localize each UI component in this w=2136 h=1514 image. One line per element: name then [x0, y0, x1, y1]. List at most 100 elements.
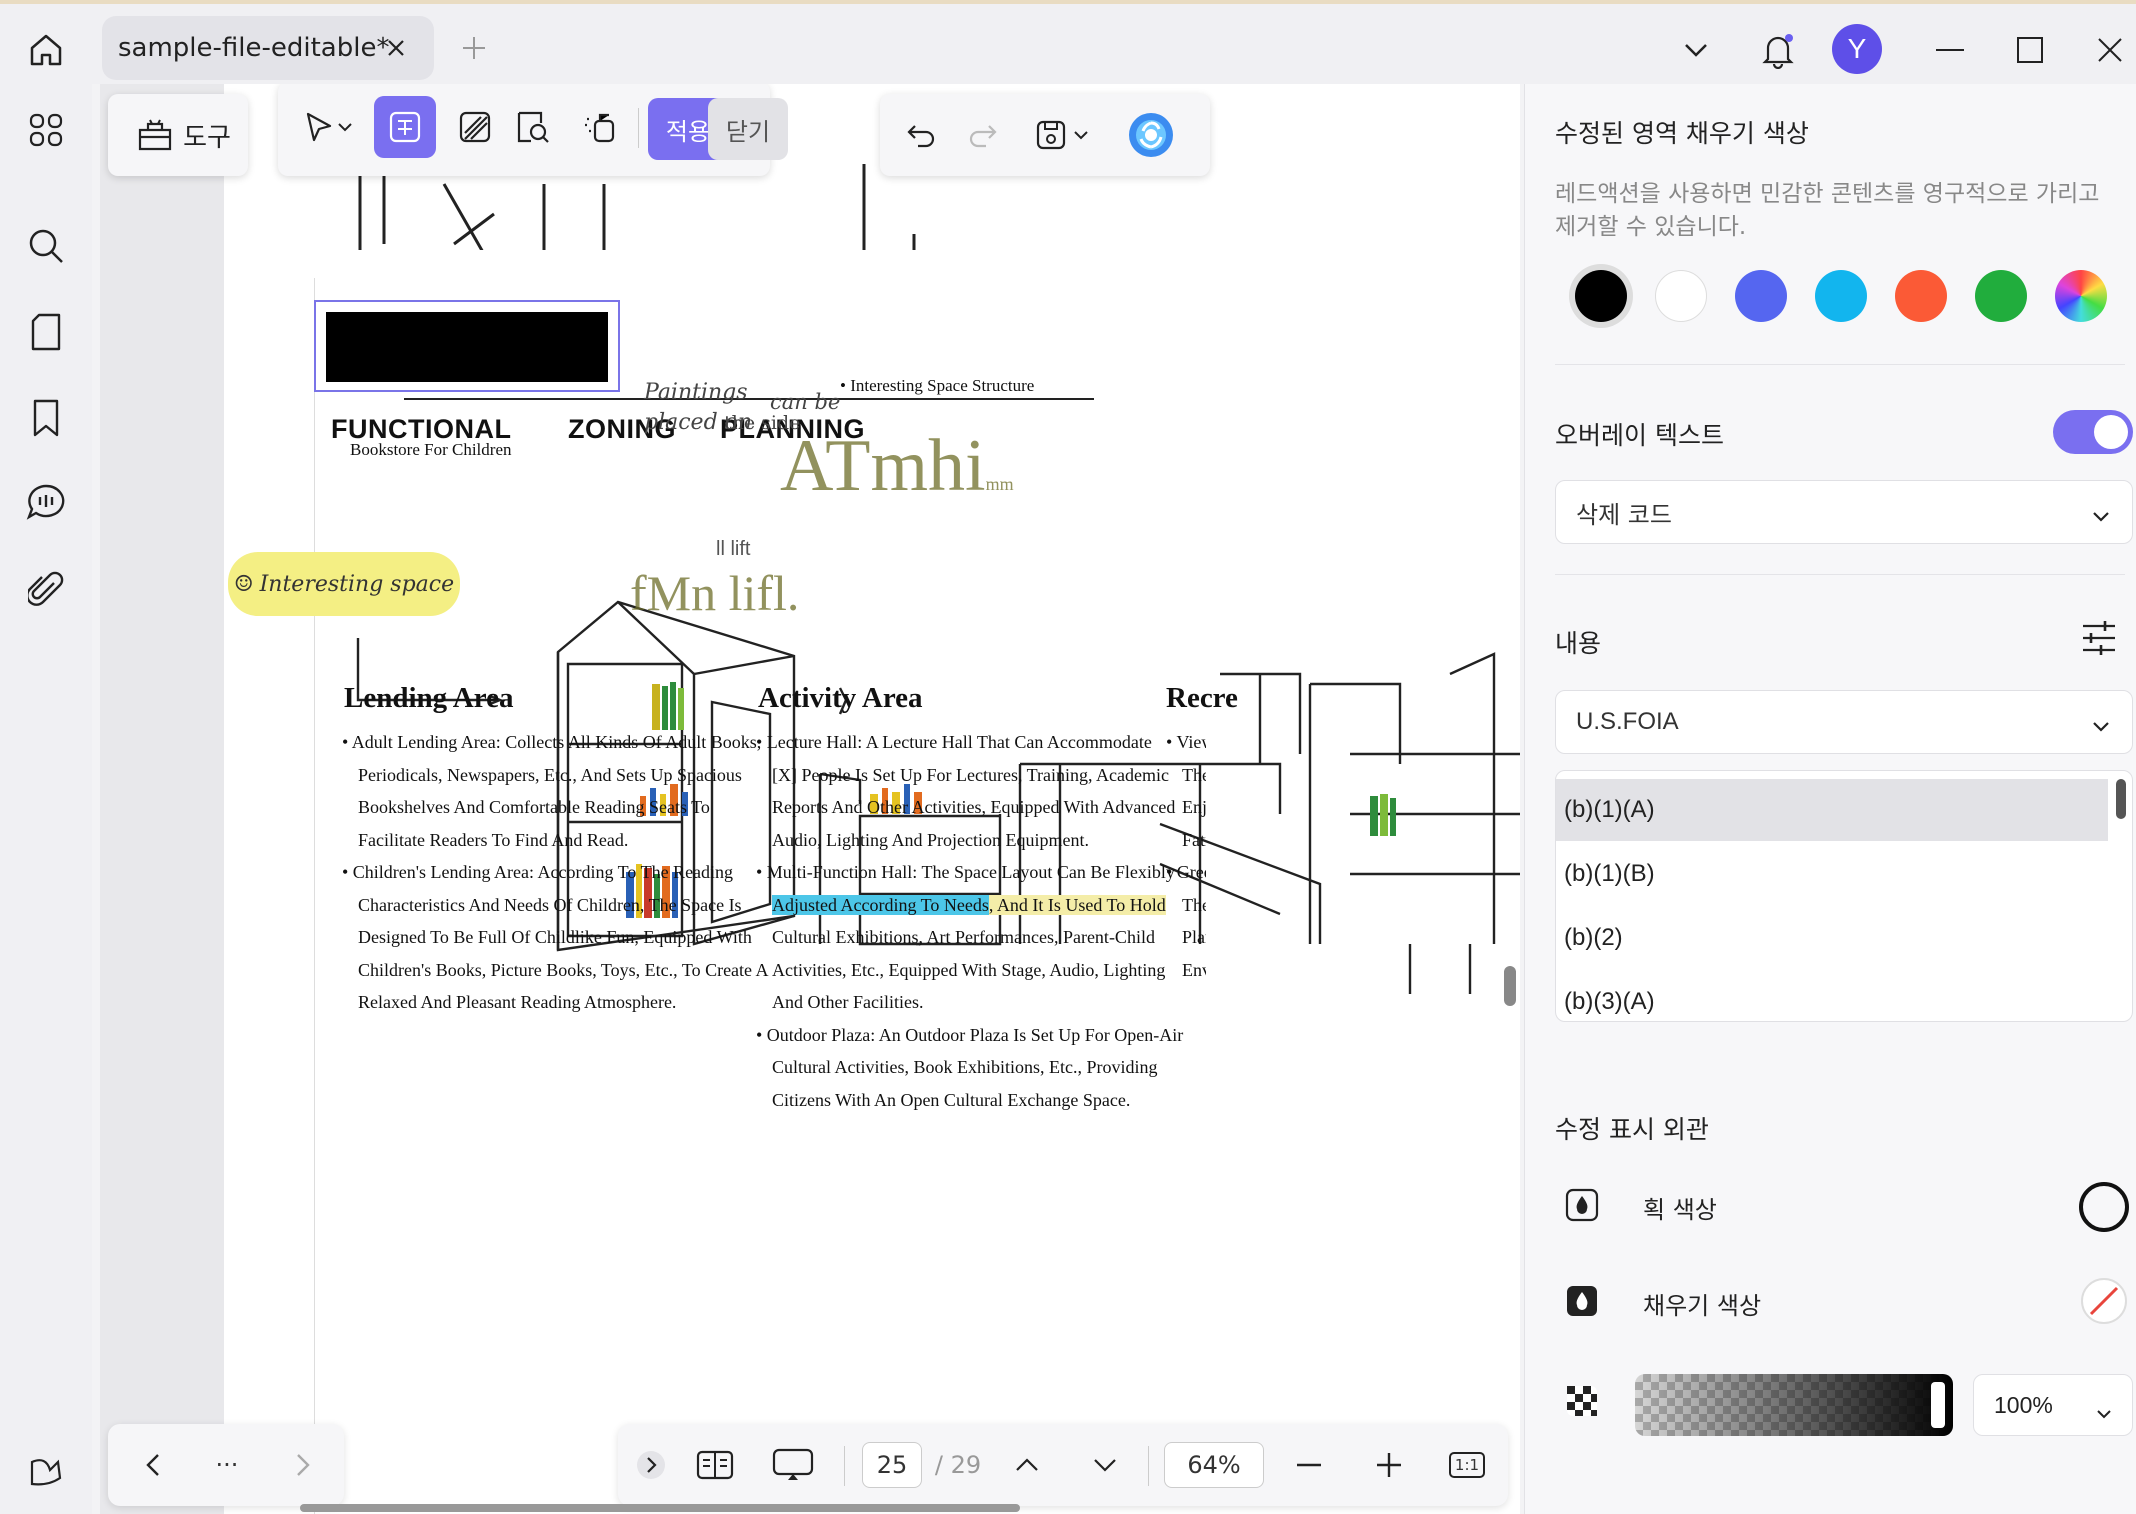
tab-title: sample-file-editable* [118, 33, 390, 63]
presentation-icon[interactable] [768, 1442, 818, 1488]
text-line: • Children's Lending Area: According To … [342, 862, 734, 882]
overlay-code-select[interactable]: 삭제 코드 [1555, 480, 2133, 544]
chevron-down-icon[interactable] [330, 96, 360, 158]
color-swatch-cyan[interactable] [1815, 270, 1867, 322]
forward-icon[interactable] [280, 1442, 326, 1488]
more-button[interactable]: ··· [204, 1442, 250, 1488]
watermark-text-1: ATmhimm [780, 424, 1014, 509]
user-avatar[interactable]: Y [1832, 24, 1882, 74]
notification-bell-icon[interactable] [1750, 22, 1806, 78]
mark-text-redaction-icon[interactable] [374, 96, 436, 158]
new-tab-icon[interactable] [454, 28, 494, 68]
no-fill-swatch[interactable] [2079, 1276, 2129, 1330]
fill-color-description: 레드액션을 사용하면 민감한 콘텐츠를 영구적으로 가리고 제거할 수 있습니다… [1555, 181, 2100, 240]
thumbnails-icon[interactable] [20, 104, 72, 156]
filter-settings-icon[interactable] [2081, 618, 2117, 662]
close-button[interactable]: 닫기 [708, 98, 788, 160]
text-line: • Viewi [1166, 732, 1206, 752]
home-icon[interactable] [18, 22, 74, 78]
app-window: sample-file-editable* Y 도구 적용 닫기 FUNCTIO… [0, 0, 2136, 1514]
edit-toolbar [880, 94, 1210, 176]
expand-icon[interactable] [634, 1442, 668, 1488]
zoom-level[interactable]: 64% [1164, 1442, 1264, 1488]
opacity-slider[interactable] [1635, 1374, 1953, 1436]
undo-icon[interactable] [890, 104, 952, 166]
text-line: Fatigu [1182, 829, 1206, 850]
theme-icon[interactable] [20, 1444, 72, 1496]
content-standard-value: U.S.FOIA [1576, 708, 1679, 735]
chevron-down-icon [2096, 1399, 2112, 1425]
text-line: Children's Books, Picture Books, Toys, E… [358, 959, 769, 980]
zoom-out-icon[interactable] [1286, 1442, 1332, 1488]
code-item[interactable]: (b)(1)(B) [1556, 843, 2108, 905]
search-icon[interactable] [20, 220, 72, 272]
sanitize-icon[interactable] [568, 96, 630, 158]
text-line: • Lecture Hall: A Lecture Hall That Can … [756, 732, 1152, 752]
tools-menu: 도구 [108, 94, 248, 176]
stroke-color-label: 획 색상 [1643, 1195, 1717, 1224]
chevron-down-icon[interactable] [1668, 22, 1724, 78]
attachment-icon[interactable] [20, 564, 72, 616]
highlight-yellow[interactable]: , And It Is Used To Hold [988, 894, 1166, 915]
back-icon[interactable] [130, 1442, 176, 1488]
overlay-text-toggle[interactable] [2053, 410, 2133, 454]
code-item[interactable]: (b)(2) [1556, 907, 2108, 969]
comment-icon[interactable] [20, 476, 72, 528]
annotation-bookstore: Bookstore For Children [350, 440, 512, 459]
page-icon[interactable] [20, 306, 72, 358]
area-redaction-icon[interactable] [444, 96, 506, 158]
content-standard-select[interactable]: U.S.FOIA [1555, 690, 2133, 754]
chevron-down-icon[interactable] [1066, 104, 1096, 166]
document-tab[interactable]: sample-file-editable* [102, 16, 434, 80]
close-tab-icon[interactable] [380, 32, 412, 64]
color-swatch-green[interactable] [1975, 270, 2027, 322]
toolbox-icon [138, 119, 172, 151]
tools-button[interactable]: 도구 [114, 104, 254, 166]
redaction-mark[interactable] [326, 312, 608, 382]
actual-size-button[interactable]: 1:1 [1444, 1442, 1490, 1488]
ai-assistant-icon[interactable] [1120, 104, 1182, 166]
redo-icon[interactable] [952, 104, 1014, 166]
text-line: Enjoy [1182, 797, 1206, 817]
fill-color-title: 수정된 영역 채우기 색상 [1555, 119, 1809, 148]
sticky-note-text: Interesting space [259, 571, 455, 597]
vertical-scrollbar[interactable] [1504, 966, 1516, 1006]
text-line: • Green [1166, 862, 1206, 882]
redaction-selection[interactable] [314, 300, 620, 392]
code-item[interactable]: (b)(1)(A) [1556, 779, 2108, 841]
next-page-icon[interactable] [1082, 1442, 1128, 1488]
color-swatch-orange[interactable] [1895, 270, 1947, 322]
opacity-slider-handle[interactable] [1931, 1382, 1945, 1428]
list-scrollbar[interactable] [2116, 779, 2126, 819]
annotation-lift: ll lift [716, 538, 751, 560]
redaction-properties-panel: 수정된 영역 채우기 색상 레드액션을 사용하면 민감한 콘텐츠를 영구적으로 … [1524, 84, 2136, 1514]
highlighted-text-line[interactable]: Adjusted According To Needs, And It Is U… [756, 889, 1183, 922]
reading-mode-icon[interactable] [690, 1442, 740, 1488]
opacity-select[interactable]: 100% [1973, 1374, 2133, 1436]
color-swatch-white[interactable] [1655, 270, 1707, 322]
page-number-input[interactable]: 25 [862, 1442, 922, 1488]
text-line: Audio, Lighting And Projection Equipment… [772, 829, 1089, 850]
sticky-note-interesting-space[interactable]: ☺ Interesting space [228, 552, 460, 616]
code-item[interactable]: (b)(3)(A) [1556, 971, 2108, 1021]
color-picker-rainbow[interactable] [2055, 270, 2107, 322]
minimize-icon[interactable] [1922, 22, 1978, 78]
search-redact-icon[interactable] [502, 96, 564, 158]
zoom-in-icon[interactable] [1366, 1442, 1412, 1488]
annotation-paintings-1: Paintings [644, 380, 748, 405]
bookmark-icon[interactable] [20, 392, 72, 444]
horizontal-scrollbar[interactable] [300, 1504, 1020, 1512]
left-sidebar [0, 84, 92, 1514]
previous-page-icon[interactable] [1004, 1442, 1050, 1488]
fill-color-icon [1565, 1284, 1599, 1322]
maximize-icon[interactable] [2002, 22, 2058, 78]
text-line: [X] People Is Set Up For Lectures, Train… [772, 764, 1169, 785]
color-swatch-black[interactable] [1575, 270, 1627, 322]
color-swatch-blue[interactable] [1735, 270, 1787, 322]
stroke-color-swatch[interactable] [2079, 1182, 2129, 1232]
close-window-icon[interactable] [2082, 22, 2136, 78]
text-line: Cultural Exhibitions, Art Performances, … [772, 927, 1155, 947]
appearance-title: 수정 표시 외관 [1555, 1115, 1709, 1144]
text-line: Facilitate Readers To Find And Read. [358, 829, 629, 850]
highlight-blue[interactable]: Adjusted According To Needs [772, 894, 989, 915]
